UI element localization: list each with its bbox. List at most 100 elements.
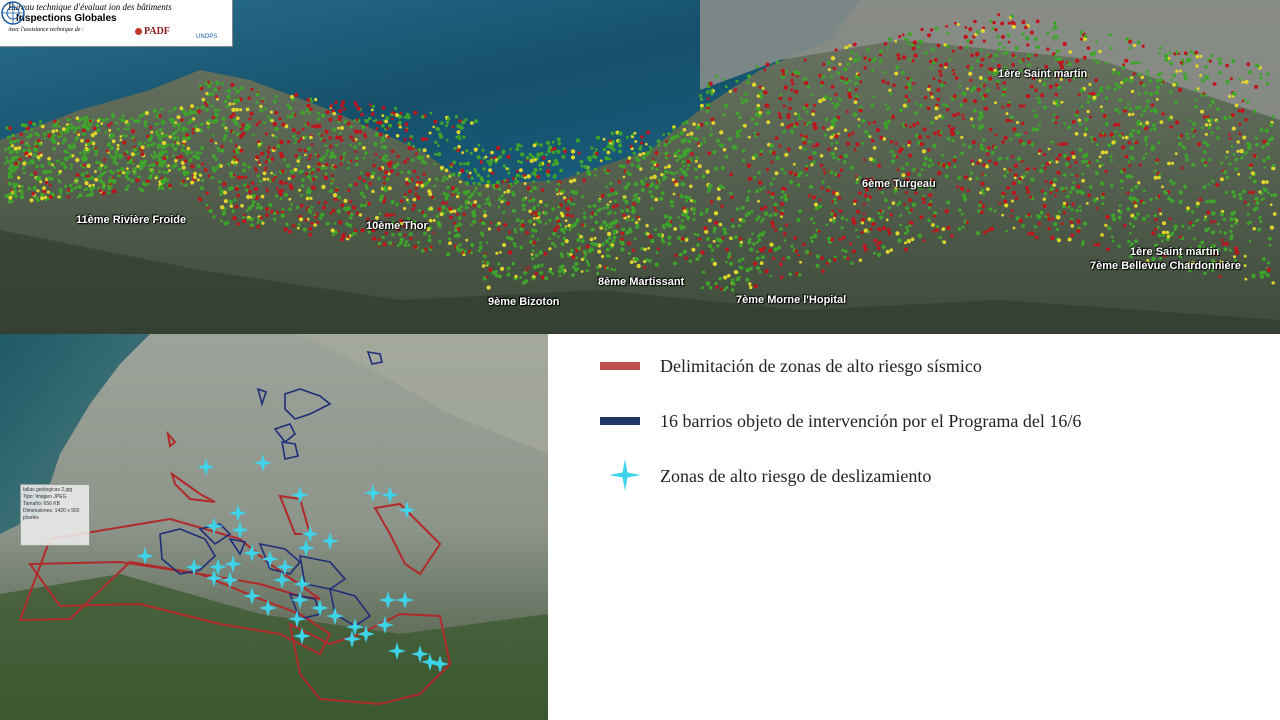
inspection-point xyxy=(489,222,493,225)
inspection-point xyxy=(24,142,28,146)
inspection-point xyxy=(55,129,59,133)
inspection-point xyxy=(301,184,305,188)
inspection-point xyxy=(877,252,882,257)
inspection-point xyxy=(1179,134,1184,138)
inspection-point xyxy=(766,190,770,194)
inspection-point xyxy=(193,175,197,179)
inspection-point xyxy=(492,270,497,276)
inspection-point xyxy=(57,179,61,183)
inspection-point xyxy=(1054,57,1058,62)
inspection-point xyxy=(574,261,579,267)
inspection-point xyxy=(176,136,180,140)
inspection-point xyxy=(399,112,403,115)
inspection-point xyxy=(1075,189,1080,194)
inspection-point xyxy=(52,146,56,151)
inspection-point xyxy=(863,193,868,198)
inspection-point xyxy=(140,162,144,167)
inspection-point xyxy=(1068,190,1072,194)
inspection-point xyxy=(123,152,127,156)
inspection-point xyxy=(1098,164,1102,168)
inspection-point xyxy=(677,216,680,219)
inspection-point xyxy=(266,190,269,193)
inspection-point xyxy=(1126,191,1130,195)
inspection-point xyxy=(337,120,341,124)
inspection-point xyxy=(902,145,906,148)
inspection-point xyxy=(1053,54,1057,57)
inspection-point xyxy=(812,221,816,225)
inspection-point xyxy=(781,257,786,261)
inspection-point xyxy=(593,236,597,240)
inspection-point xyxy=(1244,79,1249,85)
inspection-point xyxy=(1054,83,1059,87)
inspection-point xyxy=(300,193,303,197)
inspection-point xyxy=(616,224,620,228)
inspection-point xyxy=(297,139,301,143)
inspection-point xyxy=(1066,156,1071,161)
inspection-point xyxy=(1130,61,1135,65)
inspection-point xyxy=(324,176,329,181)
inspection-point xyxy=(150,169,155,174)
inspection-point xyxy=(1234,221,1238,225)
inspection-point xyxy=(878,53,882,56)
inspection-point xyxy=(559,203,563,207)
inspection-point xyxy=(1100,109,1104,113)
inspection-point xyxy=(1238,78,1242,82)
inspection-point xyxy=(249,111,254,116)
inspection-point xyxy=(234,144,238,148)
inspection-point xyxy=(786,255,791,260)
inspection-point xyxy=(982,138,986,142)
inspection-point xyxy=(1118,210,1123,215)
inspection-point xyxy=(94,170,97,173)
inspection-point xyxy=(126,151,129,154)
inspection-point xyxy=(764,269,769,274)
inspection-point xyxy=(927,148,931,152)
inspection-point xyxy=(960,212,964,216)
inspection-point xyxy=(168,110,172,113)
inspection-point xyxy=(229,186,234,191)
inspection-point xyxy=(1087,193,1091,198)
inspection-point xyxy=(862,203,866,206)
inspection-point xyxy=(620,241,625,246)
inspection-point xyxy=(470,251,473,255)
inspection-point xyxy=(958,45,963,50)
inspection-point xyxy=(889,248,893,252)
inspection-point xyxy=(317,201,320,204)
inspection-point xyxy=(662,177,666,181)
inspection-point xyxy=(560,213,565,218)
cyan-star-marker-icon xyxy=(609,459,641,491)
inspection-point xyxy=(1229,236,1234,241)
inspection-point xyxy=(390,149,395,154)
inspection-point xyxy=(368,182,372,186)
inspection-point xyxy=(830,142,834,146)
inspection-point xyxy=(934,26,939,31)
inspection-point xyxy=(502,164,506,168)
inspection-point xyxy=(757,238,762,242)
inspection-point xyxy=(1267,191,1270,194)
inspection-point xyxy=(546,140,551,145)
inspection-point xyxy=(445,120,450,124)
inspection-point xyxy=(1118,204,1122,207)
inspection-point xyxy=(314,215,318,219)
inspection-point xyxy=(1034,88,1038,93)
inspection-point xyxy=(92,183,95,187)
inspection-point xyxy=(905,225,909,230)
inspection-point xyxy=(174,130,178,134)
inspection-point xyxy=(723,78,726,81)
inspection-point xyxy=(226,221,230,224)
inspection-point xyxy=(172,124,176,128)
inspection-point xyxy=(855,228,858,232)
inspection-point xyxy=(1173,224,1178,229)
inspection-point xyxy=(45,181,49,185)
inspection-point xyxy=(444,124,448,128)
inspection-point xyxy=(1204,161,1208,165)
inspection-point xyxy=(723,103,729,108)
file-info-tooltip: fallas geologicas 2.jpg Tipo: Imagen JPE… xyxy=(20,484,90,546)
inspection-point xyxy=(679,131,684,136)
inspection-point xyxy=(82,163,86,167)
inspection-point xyxy=(470,121,474,125)
inspection-point xyxy=(1035,44,1040,50)
inspection-point xyxy=(1075,110,1080,114)
inspection-point xyxy=(1205,75,1210,80)
inspection-point xyxy=(160,134,165,138)
inspection-point xyxy=(731,218,735,222)
